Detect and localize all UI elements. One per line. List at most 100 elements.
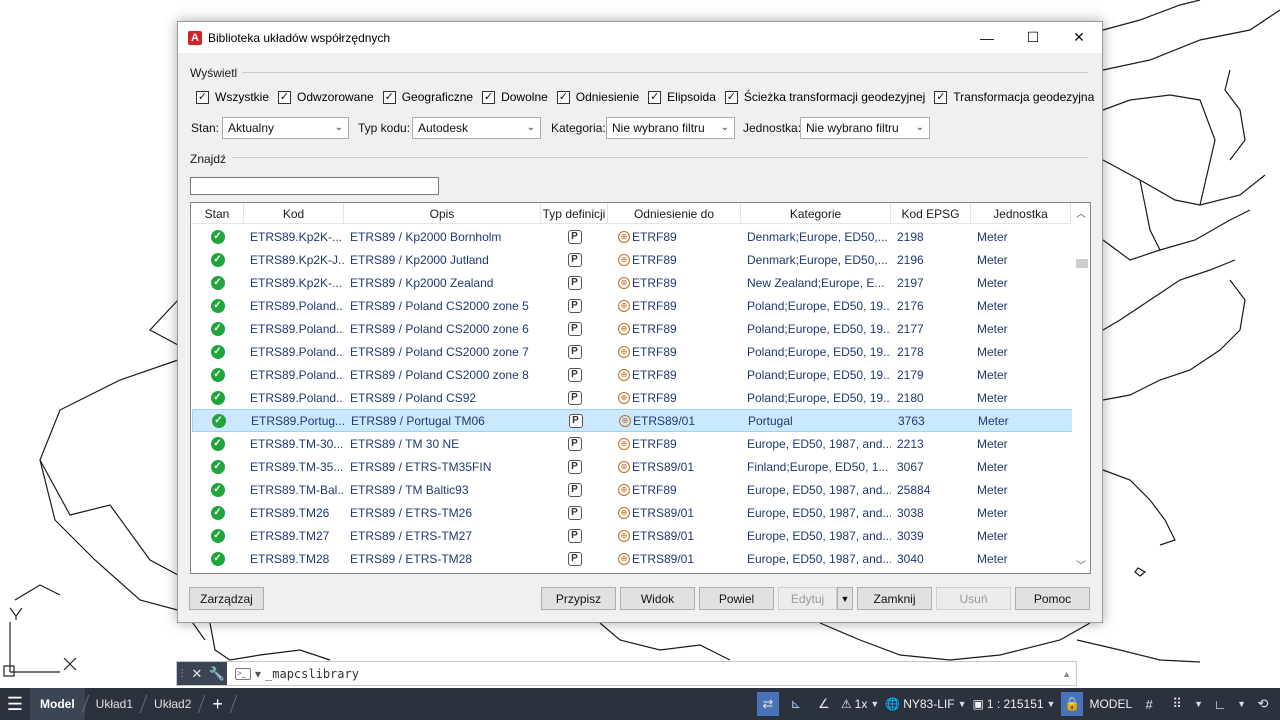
table-row[interactable]: ✓ ETRS89.Poland... ETRS89 / Poland CS2000 …: [191, 317, 1073, 340]
add-layout-button[interactable]: +: [202, 694, 233, 715]
annotation-scale[interactable]: ⚠ 1x ▼: [841, 697, 879, 711]
checkbox-icon[interactable]: ✓: [724, 90, 738, 104]
code-type-select[interactable]: Autodesk ⌄: [412, 117, 541, 139]
table-row[interactable]: ✓ ETRS89.TM28 ETRS89 / ETRS-TM28 P ⊕ ETRS89/0…: [191, 547, 1073, 570]
col-state-header[interactable]: Stan: [191, 203, 244, 224]
filter-checkbox[interactable]: ✓ Odniesienie: [556, 90, 639, 104]
category-select[interactable]: Nie wybrano filtru ⌄: [606, 117, 735, 139]
table-row[interactable]: ✓ ETRS89.Poland... ETRS89 / Poland CS2000 …: [191, 340, 1073, 363]
unit-label: Jednostka:: [743, 121, 802, 135]
checkbox-icon[interactable]: ✓: [196, 90, 209, 104]
command-text[interactable]: _mapcslibrary: [265, 667, 359, 681]
tab-layout1[interactable]: Układ1: [86, 688, 143, 720]
title-bar[interactable]: A Biblioteka układów współrzędnych — ☐ ✕: [178, 22, 1102, 53]
wrench-icon[interactable]: 🔧: [207, 662, 227, 685]
assign-button[interactable]: Przypisz: [541, 587, 616, 610]
chevron-down-icon[interactable]: ▼: [1194, 699, 1203, 709]
snap-icon[interactable]: ⠿: [1166, 692, 1188, 716]
checkbox-icon[interactable]: ✓: [934, 90, 948, 104]
view-button[interactable]: Widok: [620, 587, 695, 610]
checkbox-icon[interactable]: ✓: [482, 90, 496, 104]
filter-checkbox[interactable]: ✓ Odwzorowane: [278, 90, 374, 104]
table-row[interactable]: ✓ ETRS89.TM27 ETRS89 / ETRS-TM27 P ⊕ ETRS89/0…: [191, 524, 1073, 547]
scroll-up-icon[interactable]: ︿: [1072, 203, 1090, 221]
ortho-mode-icon[interactable]: ∟: [1209, 692, 1231, 716]
table-row[interactable]: ✓ ETRS89.Poland... ETRS89 / Poland CS2000 …: [191, 363, 1073, 386]
filter-checkbox[interactable]: ✓ Transformacja geodezyjna: [934, 90, 1094, 104]
checkbox-icon[interactable]: ✓: [556, 90, 570, 104]
col-description-header[interactable]: Opis: [344, 203, 541, 224]
reference-cell: ⊕ ETRF89: [608, 271, 741, 294]
polar-tracking-icon[interactable]: ⟲: [1252, 692, 1274, 716]
table-row[interactable]: ✓ ETRS89.Poland... ETRS89 / Poland CS92 P ⊕ E…: [191, 386, 1073, 409]
chevron-down-icon: ▼: [1046, 699, 1056, 709]
duplicate-button[interactable]: Powiel: [699, 587, 774, 610]
table-row[interactable]: ✓ ETRS89.Kp2K-J... ETRS89 / Kp2000 Jutland…: [191, 248, 1073, 271]
help-button[interactable]: Pomoc: [1015, 587, 1090, 610]
chevron-down-icon[interactable]: ▼: [1237, 699, 1246, 709]
vertical-scrollbar[interactable]: ︿ ﹀: [1072, 203, 1090, 573]
dynamic-input-icon[interactable]: ⇄: [756, 692, 779, 716]
edit-button[interactable]: Edytuj: [778, 587, 837, 610]
check-circle-icon: ✓: [210, 298, 225, 313]
col-code-header[interactable]: Kod: [244, 203, 344, 224]
table-row[interactable]: ✓ ETRS89.TM-30... ETRS89 / TM 30 NE P ⊕ ETRF8…: [191, 432, 1073, 455]
table-row[interactable]: ✓ ETRS89.Kp2K-... ETRS89 / Kp2000 Zealand P…: [191, 271, 1073, 294]
table-row[interactable]: ✓ ETRS89.Portug... ETRS89 / Portugal TM06 P…: [192, 409, 1073, 432]
scale-icon: ▣: [972, 697, 984, 711]
unit-cell: Meter: [977, 436, 1008, 451]
definition-type-cell: P: [541, 478, 608, 501]
ortho-icon[interactable]: ⊾: [785, 692, 807, 716]
model-space-toggle[interactable]: MODEL: [1089, 697, 1132, 711]
grip-handle[interactable]: ⋮: [177, 662, 187, 685]
table-row[interactable]: ✓ ETRS89.TM-35... ETRS89 / ETRS-TM35FIN P ⊕ E…: [191, 455, 1073, 478]
state-cell: ✓: [191, 317, 244, 340]
checkbox-icon[interactable]: ✓: [648, 90, 662, 104]
maximize-icon[interactable]: ☐: [1010, 22, 1056, 53]
checkbox-icon[interactable]: ✓: [278, 90, 291, 104]
command-line[interactable]: ⋮ ✕ 🔧 >_ ▾ _mapcslibrary ▲: [176, 661, 1077, 686]
definition-type-cell: P: [541, 225, 608, 248]
filter-checkbox[interactable]: ✓ Ścieżka transformacji geodezyjnej: [724, 90, 925, 104]
close-icon[interactable]: ✕: [1056, 22, 1102, 53]
close-icon[interactable]: ✕: [187, 662, 207, 685]
chevron-up-icon[interactable]: ▲: [1062, 669, 1071, 679]
state-select[interactable]: Aktualny ⌄: [222, 117, 349, 139]
close-button[interactable]: Zamknij: [857, 587, 932, 610]
table-row[interactable]: ✓ ETRS89.TM-Bal... ETRS89 / TM Baltic93 P ⊕ E…: [191, 478, 1073, 501]
command-prompt[interactable]: >_ ▾ _mapcslibrary: [227, 667, 359, 681]
angle-icon[interactable]: ∠: [813, 692, 835, 716]
manage-button[interactable]: Zarządzaj: [189, 587, 264, 610]
lock-icon[interactable]: 🔒: [1061, 692, 1084, 716]
unit-select[interactable]: Nie wybrano filtru ⌄: [800, 117, 930, 139]
description-cell: ETRS89 / Kp2000 Jutland: [350, 252, 489, 267]
scroll-thumb[interactable]: [1076, 259, 1088, 268]
filter-checkbox[interactable]: ✓ Wszystkie: [196, 90, 269, 104]
search-input[interactable]: [190, 177, 439, 195]
delete-button[interactable]: Usuń: [936, 587, 1011, 610]
col-unit-header[interactable]: Jednostka: [971, 203, 1071, 224]
col-definition-type-header[interactable]: Typ definicji: [541, 203, 608, 224]
filter-checkbox[interactable]: ✓ Dowolne: [482, 90, 548, 104]
edit-dropdown-button[interactable]: ▼: [837, 587, 853, 610]
check-circle-icon: ✓: [210, 229, 225, 244]
map-scale-selector[interactable]: ▣ 1 : 215151 ▼: [972, 697, 1055, 711]
table-row[interactable]: ✓ ETRS89.Kp2K-... ETRS89 / Kp2000 Bornholm…: [191, 225, 1073, 248]
col-epsg-header[interactable]: Kod EPSG: [891, 203, 971, 224]
grid-icon[interactable]: #: [1138, 692, 1160, 716]
scroll-down-icon[interactable]: ﹀: [1072, 555, 1090, 573]
table-row[interactable]: ✓ ETRS89.TM26 ETRS89 / ETRS-TM26 P ⊕ ETRS89/0…: [191, 501, 1073, 524]
tab-layout2[interactable]: Układ2: [144, 688, 201, 720]
minimize-icon[interactable]: —: [964, 22, 1010, 53]
col-reference-header[interactable]: Odniesienie do: [608, 203, 741, 224]
filter-checkbox[interactable]: ✓ Geograficzne: [382, 90, 473, 104]
coordinate-system-selector[interactable]: 🌐 NY83-LIF ▼: [885, 697, 966, 711]
checkbox-icon[interactable]: ✓: [382, 90, 396, 104]
filter-checkbox[interactable]: ✓ Elipsoida: [648, 90, 716, 104]
chevron-down-icon[interactable]: ▾: [255, 667, 261, 681]
table-row[interactable]: ✓ ETRS89.Poland... ETRS89 / Poland CS2000 …: [191, 294, 1073, 317]
check-circle-icon: ✓: [210, 390, 225, 405]
col-categories-header[interactable]: Kategorie: [741, 203, 891, 224]
hamburger-icon[interactable]: ☰: [0, 694, 30, 715]
tab-model[interactable]: Model: [30, 688, 85, 720]
